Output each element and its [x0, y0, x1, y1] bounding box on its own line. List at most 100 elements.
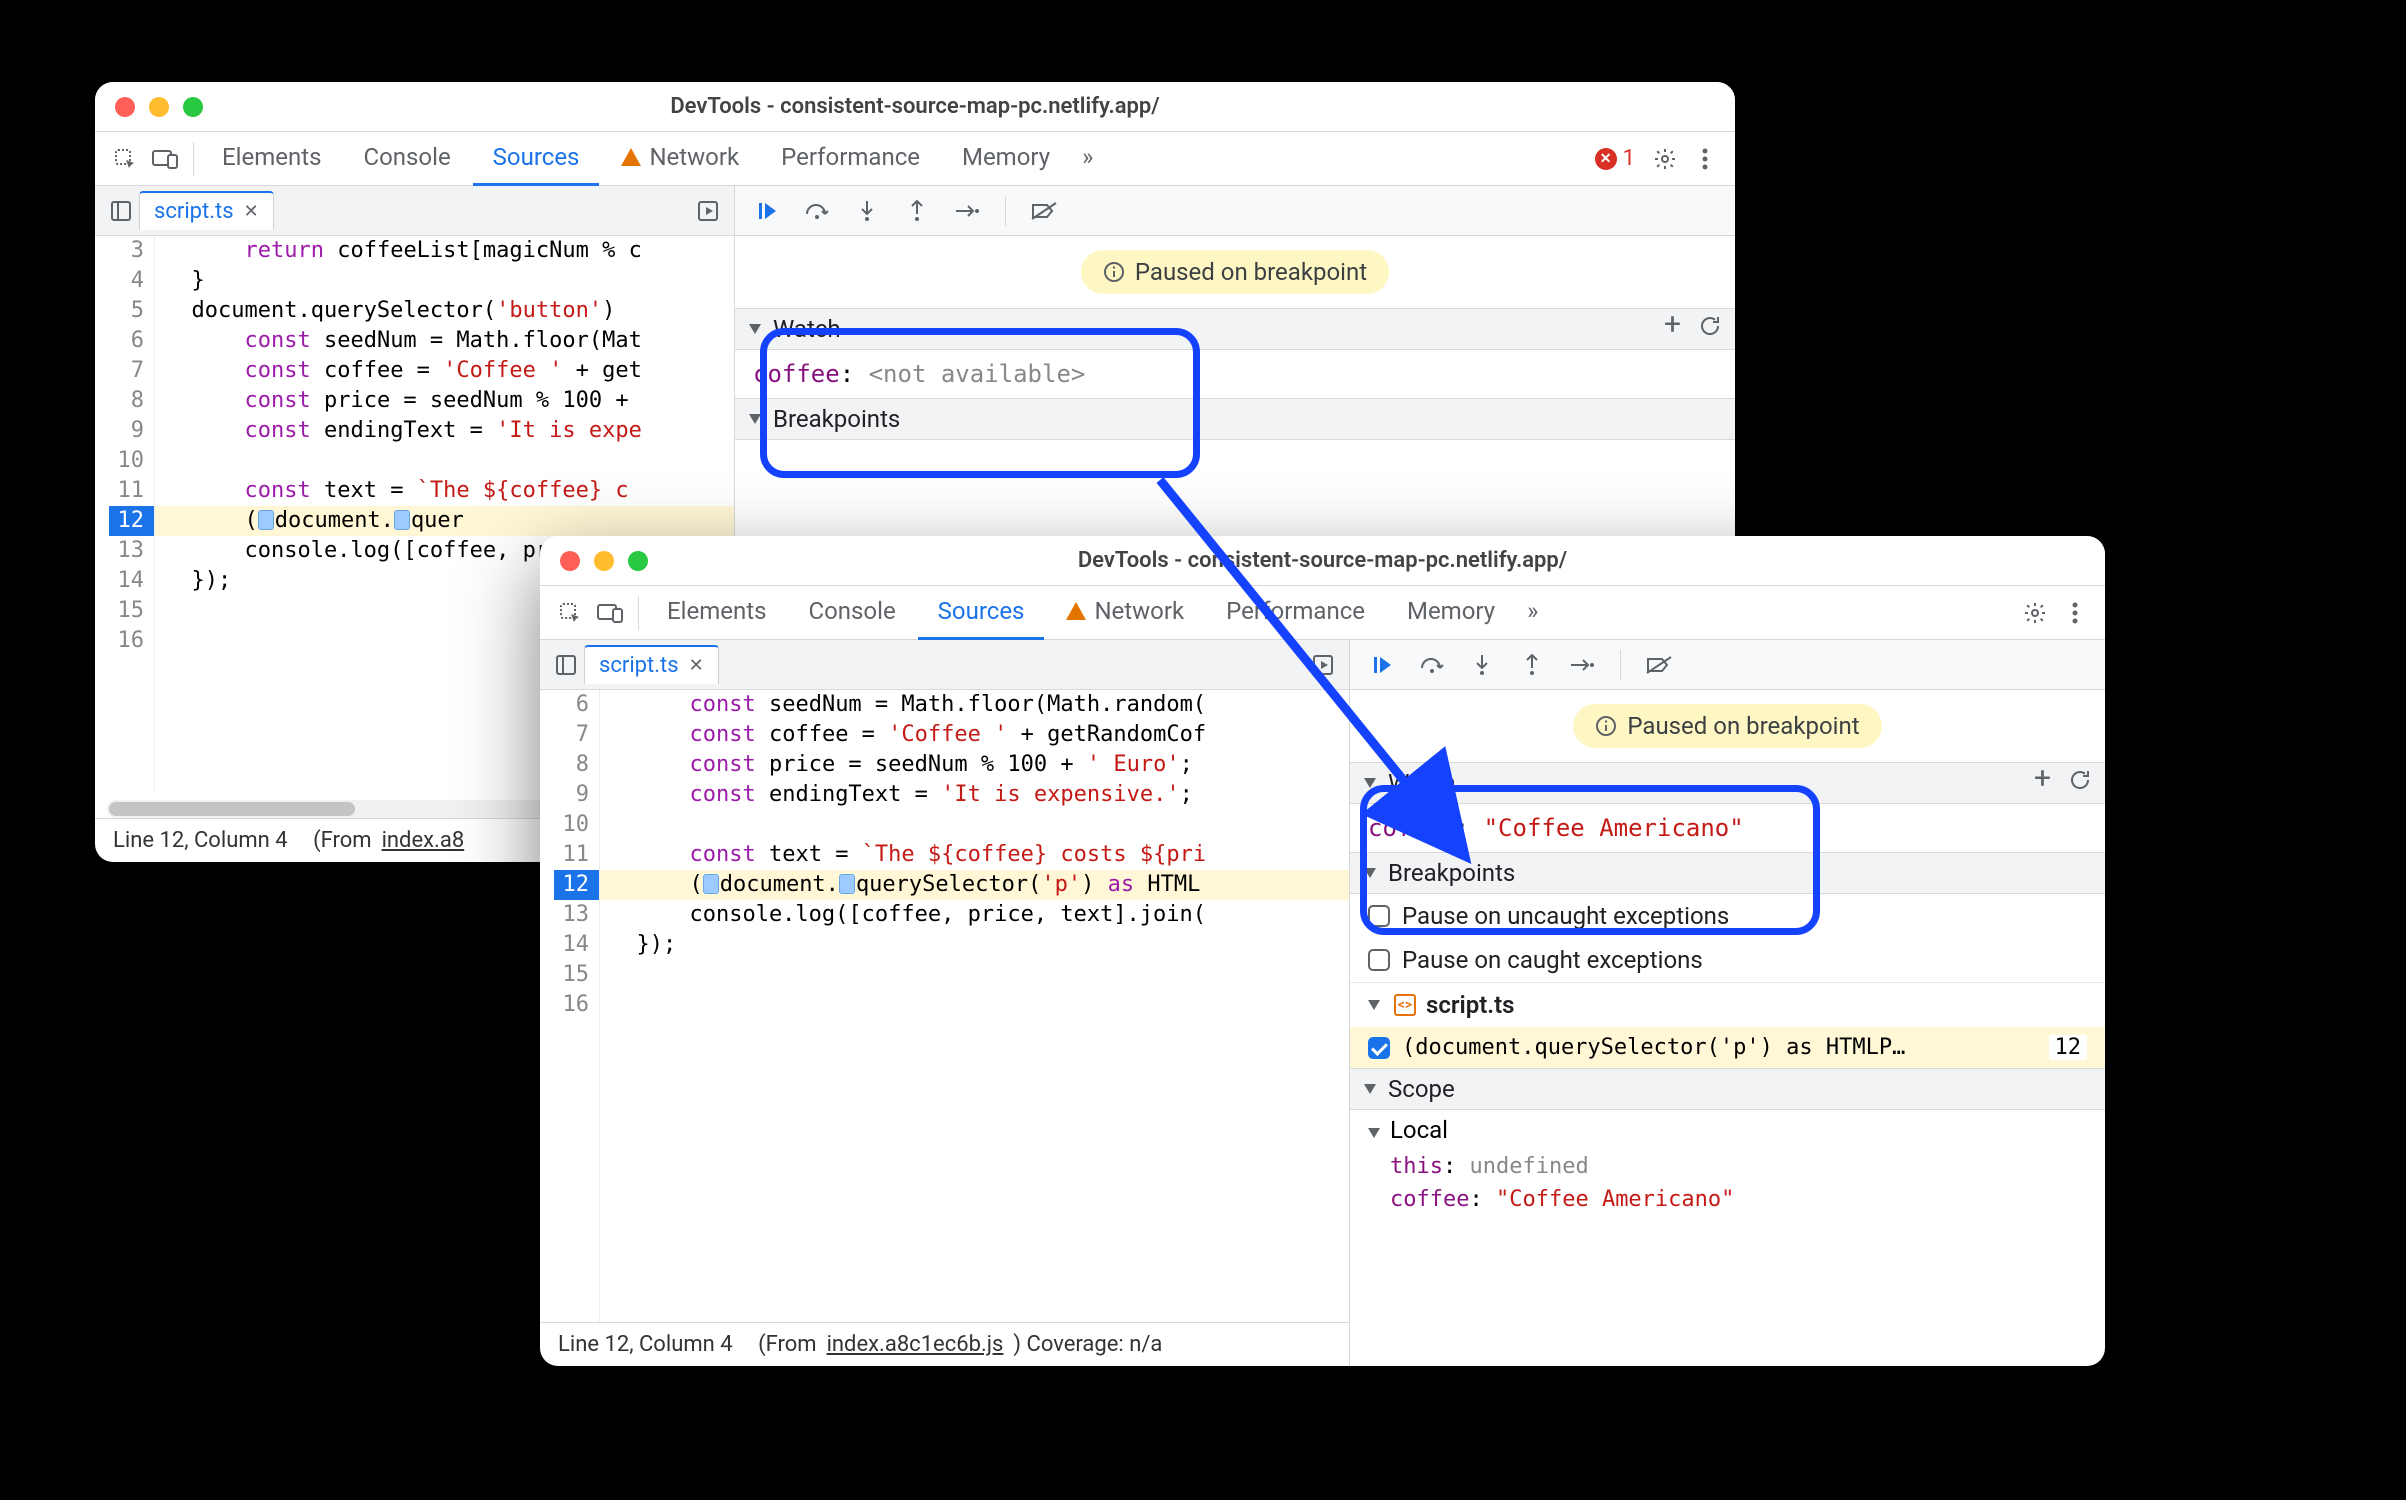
chevron-down-icon: [1368, 1128, 1380, 1138]
watch-label: Watch: [773, 315, 841, 343]
breakpoint-text: (document.querySelector('p') as HTMLP…: [1402, 1035, 2037, 1060]
step-out-icon[interactable]: [899, 193, 935, 229]
watch-name: coffee: [753, 360, 840, 388]
error-count-badge[interactable]: ✕ 1: [1595, 146, 1635, 171]
device-toolbar-icon[interactable]: [145, 139, 185, 179]
tab-sources[interactable]: Sources: [473, 132, 600, 186]
close-icon[interactable]: ✕: [244, 201, 259, 222]
from-file-link[interactable]: index.a8c1ec6b.js: [827, 1332, 1004, 1357]
from-label: (From: [758, 1332, 817, 1357]
paused-text: Paused on breakpoint: [1627, 712, 1859, 740]
breakpoints-label: Breakpoints: [1388, 859, 1515, 887]
checkbox-checked-icon[interactable]: [1368, 1037, 1390, 1059]
file-tab-script[interactable]: script.ts ✕: [584, 645, 719, 684]
breakpoint-line-number: 12: [2049, 1035, 2088, 1060]
step-icon[interactable]: [1564, 647, 1600, 683]
breakpoint-file-row[interactable]: <> script.ts: [1350, 982, 2105, 1027]
resume-icon[interactable]: [749, 193, 785, 229]
close-window-icon[interactable]: [560, 551, 580, 571]
pause-caught-row[interactable]: Pause on caught exceptions: [1350, 938, 2105, 982]
scope-rows: this: undefinedcoffee: "Coffee Americano…: [1350, 1150, 2105, 1216]
devtools-window-front: DevTools - consistent-source-map-pc.netl…: [540, 536, 2105, 1366]
cursor-position: Line 12, Column 4: [558, 1332, 733, 1357]
step-icon[interactable]: [949, 193, 985, 229]
devtools-tabstrip: Elements Console Sources Network Perform…: [540, 586, 2105, 640]
sources-editor-pane: script.ts ✕ 678910111213141516 const see…: [540, 640, 1350, 1366]
panel-tabs: Elements Console Sources Network Perform…: [202, 132, 1595, 186]
from-label: (From: [313, 828, 372, 853]
watch-expression-row[interactable]: coffee: <not available>: [735, 350, 1735, 398]
minimize-window-icon[interactable]: [149, 97, 169, 117]
scope-local-header[interactable]: Local: [1350, 1110, 2105, 1150]
inspect-icon[interactable]: [105, 139, 145, 179]
traffic-lights: [560, 551, 648, 571]
tab-memory[interactable]: Memory: [1387, 586, 1515, 640]
status-bar: Line 12, Column 4 (From index.a8c1ec6b.j…: [540, 1322, 1349, 1366]
file-tab-script[interactable]: script.ts ✕: [139, 191, 274, 230]
breakpoints-section-header[interactable]: Breakpoints: [735, 398, 1735, 440]
navigator-toggle-icon[interactable]: [103, 193, 139, 229]
debug-toolbar: [1350, 640, 2105, 690]
refresh-icon[interactable]: [1699, 315, 1721, 343]
panel-tabs: Elements Console Sources Network Perform…: [647, 586, 2015, 640]
tabs-overflow[interactable]: »: [1517, 586, 1548, 640]
scope-section-header[interactable]: Scope: [1350, 1068, 2105, 1110]
checkbox-icon[interactable]: [1368, 949, 1390, 971]
deactivate-breakpoints-icon[interactable]: [1641, 647, 1677, 683]
settings-gear-icon[interactable]: [1645, 139, 1685, 179]
refresh-icon[interactable]: [2069, 769, 2091, 797]
tabs-overflow[interactable]: »: [1072, 132, 1103, 186]
breakpoints-label: Breakpoints: [773, 405, 900, 433]
tab-network-label: Network: [649, 143, 739, 171]
step-into-icon[interactable]: [1464, 647, 1500, 683]
step-out-icon[interactable]: [1514, 647, 1550, 683]
paused-chip: Paused on breakpoint: [1573, 704, 1881, 748]
snippet-run-icon[interactable]: [690, 193, 726, 229]
tab-sources[interactable]: Sources: [918, 586, 1045, 640]
breakpoint-line-row[interactable]: (document.querySelector('p') as HTMLP… 1…: [1350, 1027, 2105, 1068]
kebab-menu-icon[interactable]: [1685, 139, 1725, 179]
close-icon[interactable]: ✕: [689, 655, 704, 676]
close-window-icon[interactable]: [115, 97, 135, 117]
file-tabs: script.ts ✕: [540, 640, 1349, 690]
kebab-menu-icon[interactable]: [2055, 593, 2095, 633]
inspect-icon[interactable]: [550, 593, 590, 633]
debug-toolbar: [735, 186, 1735, 236]
maximize-window-icon[interactable]: [183, 97, 203, 117]
resume-icon[interactable]: [1364, 647, 1400, 683]
tab-console[interactable]: Console: [343, 132, 470, 186]
tab-network[interactable]: Network: [1046, 586, 1204, 640]
devtools-tabstrip: Elements Console Sources Network Perform…: [95, 132, 1735, 186]
maximize-window-icon[interactable]: [628, 551, 648, 571]
tab-memory[interactable]: Memory: [942, 132, 1070, 186]
deactivate-breakpoints-icon[interactable]: [1026, 193, 1062, 229]
tab-elements[interactable]: Elements: [647, 586, 786, 640]
device-toolbar-icon[interactable]: [590, 593, 630, 633]
from-file-link[interactable]: index.a8: [382, 828, 465, 853]
add-watch-icon[interactable]: +: [1664, 315, 1681, 343]
settings-gear-icon[interactable]: [2015, 593, 2055, 633]
tab-performance[interactable]: Performance: [761, 132, 940, 186]
minimize-window-icon[interactable]: [594, 551, 614, 571]
chevron-down-icon: [749, 324, 761, 334]
watch-section-header[interactable]: Watch +: [1350, 762, 2105, 804]
checkbox-icon[interactable]: [1368, 905, 1390, 927]
tab-network[interactable]: Network: [601, 132, 759, 186]
step-into-icon[interactable]: [849, 193, 885, 229]
breakpoints-section-header[interactable]: Breakpoints: [1350, 852, 2105, 894]
add-watch-icon[interactable]: +: [2034, 769, 2051, 797]
tab-console[interactable]: Console: [788, 586, 915, 640]
watch-expression-row[interactable]: coffee: "Coffee Americano": [1350, 804, 2105, 852]
navigator-toggle-icon[interactable]: [548, 647, 584, 683]
pause-uncaught-row[interactable]: Pause on uncaught exceptions: [1350, 894, 2105, 938]
snippet-run-icon[interactable]: [1305, 647, 1341, 683]
watch-name: coffee: [1368, 814, 1455, 842]
code-editor[interactable]: 678910111213141516 const seedNum = Math.…: [540, 690, 1349, 1322]
step-over-icon[interactable]: [1414, 647, 1450, 683]
chevron-down-icon: [1364, 1084, 1376, 1094]
chevron-down-icon: [1368, 1000, 1380, 1010]
tab-performance[interactable]: Performance: [1206, 586, 1385, 640]
tab-elements[interactable]: Elements: [202, 132, 341, 186]
step-over-icon[interactable]: [799, 193, 835, 229]
watch-section-header[interactable]: Watch +: [735, 308, 1735, 350]
